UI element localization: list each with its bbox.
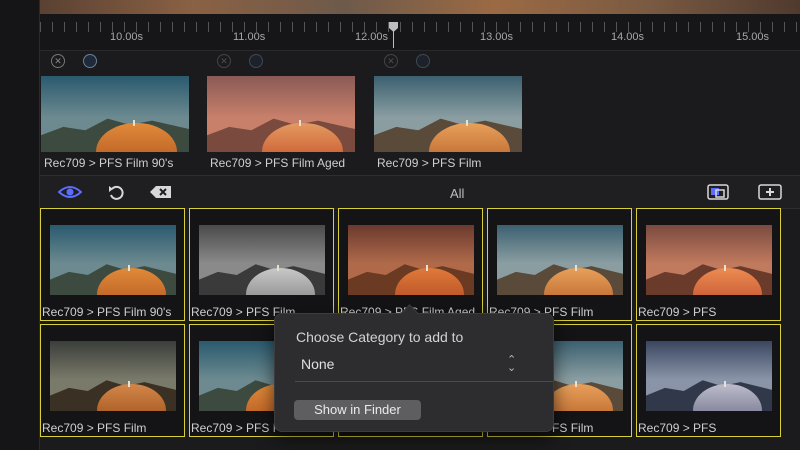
- category-select-value: None: [301, 356, 335, 372]
- toggle-look-icon[interactable]: [83, 54, 97, 68]
- playhead-line: [393, 30, 394, 48]
- remove-look-icon[interactable]: ✕: [51, 54, 65, 68]
- look-thumbnail[interactable]: [374, 76, 522, 152]
- look-caption: Rec709 > PFS: [638, 421, 717, 435]
- look-grid-item[interactable]: Rec709 > PFS Film Aged: [338, 208, 483, 321]
- ruler-ticks: [40, 22, 800, 32]
- add-icon[interactable]: [758, 183, 782, 201]
- look-thumbnail: [646, 341, 772, 411]
- look-stack-3[interactable]: ✕ Rec709 > PFS Film: [374, 52, 524, 176]
- ruler-label: 11.00s: [233, 31, 266, 43]
- ruler-label: 14.00s: [611, 31, 645, 43]
- look-stack-1[interactable]: ✕ Rec709 > PFS Film 90's: [41, 52, 191, 176]
- toggle-look-icon[interactable]: [416, 54, 430, 68]
- show-in-finder-button[interactable]: Show in Finder: [294, 400, 421, 420]
- timeline-ruler[interactable]: 10.00s 11.00s 12.00s 13.00s 14.00s 15.00…: [40, 14, 800, 51]
- look-grid-item[interactable]: Rec709 > PFS Film: [189, 208, 334, 321]
- category-select[interactable]: None ⌃ ⌄: [297, 354, 516, 378]
- eye-icon[interactable]: [57, 183, 83, 201]
- ruler-label: 15.00s: [736, 31, 770, 43]
- look-thumbnail: [497, 225, 623, 295]
- look-stack-2[interactable]: ✕ Rec709 > PFS Film Aged: [207, 52, 357, 176]
- look-caption: Rec709 > PFS Film: [377, 156, 482, 170]
- look-thumbnail: [646, 225, 772, 295]
- look-grid-item[interactable]: Rec709 > PFS: [636, 324, 781, 437]
- look-caption: Rec709 > PFS: [638, 305, 717, 319]
- compare-icon[interactable]: [706, 183, 730, 201]
- ruler-label: 12.00s: [355, 31, 389, 43]
- look-thumbnail: [348, 225, 474, 295]
- look-thumbnail[interactable]: [207, 76, 355, 152]
- toggle-look-icon[interactable]: [249, 54, 263, 68]
- ruler-label: 13.00s: [480, 31, 514, 43]
- look-caption: Rec709 > PFS Film: [42, 421, 147, 435]
- browser-toolbar: All: [40, 175, 800, 209]
- look-grid-item[interactable]: Rec709 > PFS Film: [40, 324, 185, 437]
- popover-title: Choose Category to add to: [296, 329, 464, 345]
- remove-look-icon[interactable]: ✕: [384, 54, 398, 68]
- delete-backspace-icon[interactable]: [149, 183, 173, 201]
- look-grid-item[interactable]: Rec709 > PFS: [636, 208, 781, 321]
- look-caption: Rec709 > PFS Film 90's: [44, 156, 174, 170]
- ruler-label: 10.00s: [110, 31, 144, 43]
- viewer-preview-strip: [40, 0, 800, 14]
- look-caption: Rec709 > PFS Film Aged: [210, 156, 346, 170]
- look-thumbnail: [199, 225, 325, 295]
- remove-look-icon[interactable]: ✕: [217, 54, 231, 68]
- chevron-updown-icon: ⌃ ⌄: [507, 354, 517, 374]
- popover-divider: [295, 381, 553, 382]
- undo-icon[interactable]: [107, 183, 125, 201]
- left-panel: [0, 0, 40, 450]
- look-grid-item[interactable]: Rec709 > PFS Film 90's: [40, 208, 185, 321]
- look-grid-item[interactable]: Rec709 > PFS Film: [487, 208, 632, 321]
- look-thumbnail[interactable]: [41, 76, 189, 152]
- look-thumbnail: [50, 225, 176, 295]
- category-popover: Choose Category to add to None ⌃ ⌄ Show i…: [274, 313, 554, 432]
- look-thumbnail: [50, 341, 176, 411]
- look-caption: Rec709 > PFS Film 90's: [42, 305, 172, 319]
- filter-label[interactable]: All: [450, 186, 464, 201]
